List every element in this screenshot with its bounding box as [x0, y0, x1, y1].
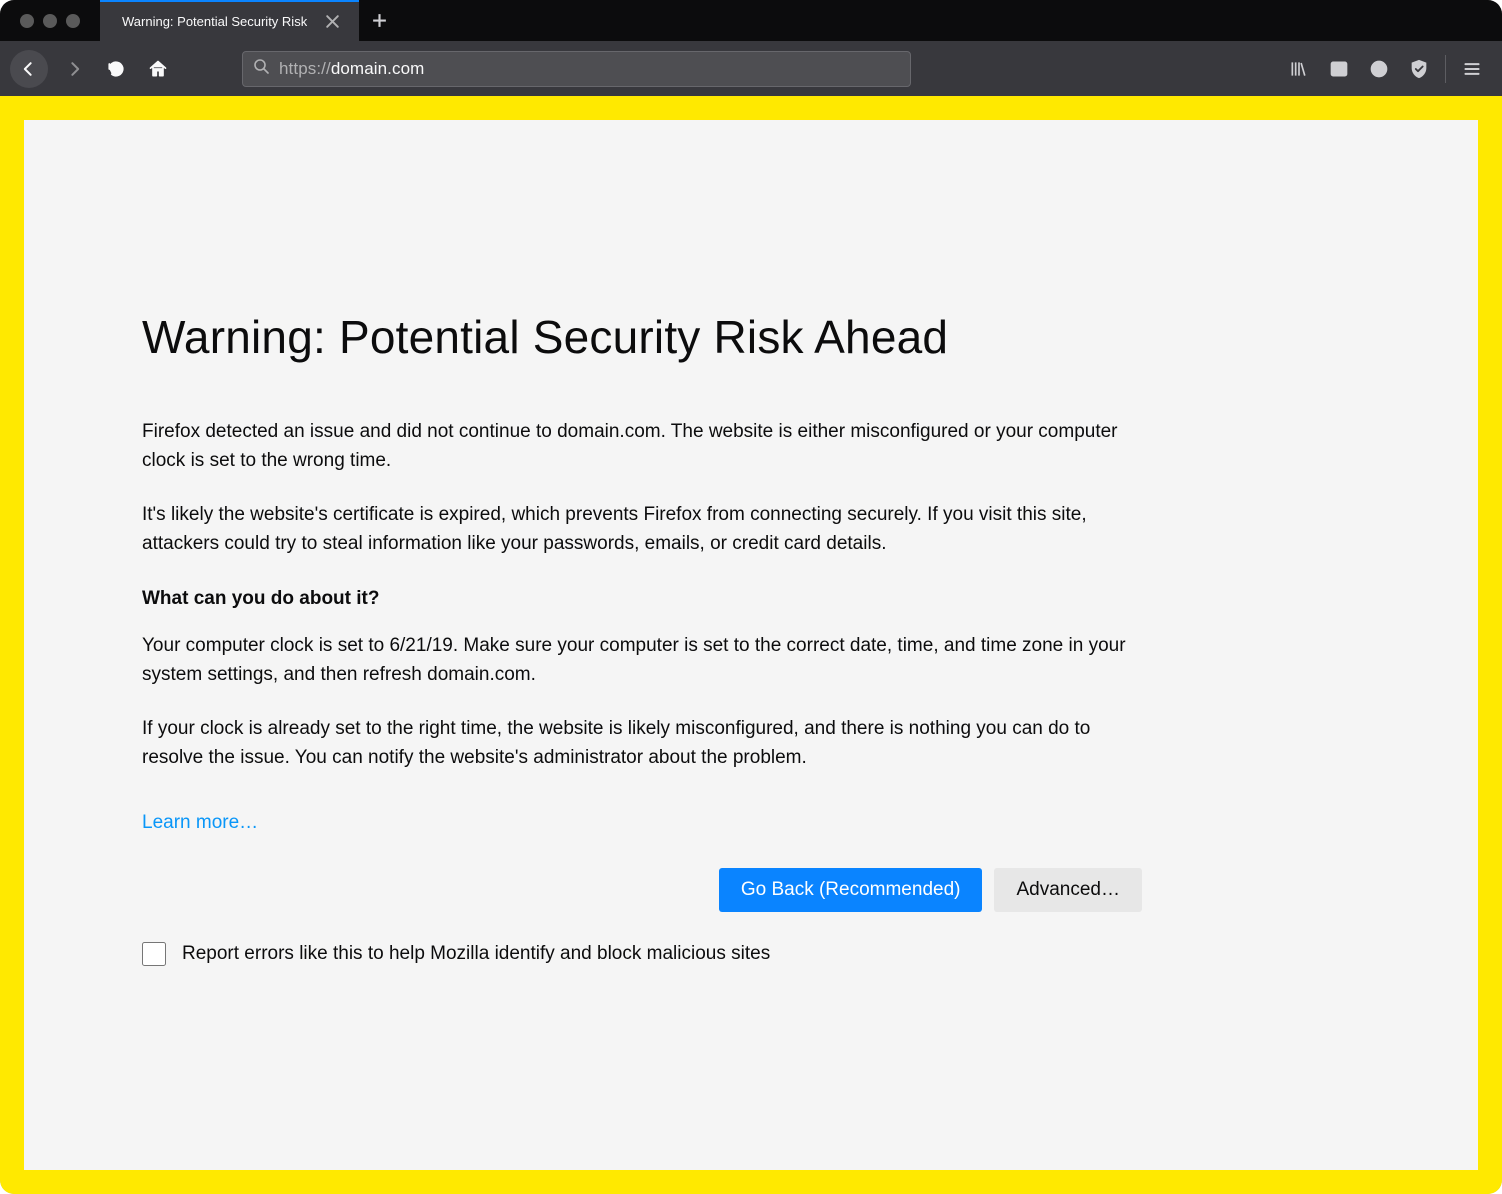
report-checkbox[interactable] — [142, 942, 166, 966]
toolbar-right — [1279, 49, 1492, 89]
url-host: domain.com — [331, 59, 425, 78]
library-button[interactable] — [1279, 49, 1319, 89]
close-tab-button[interactable] — [317, 7, 347, 37]
what-can-you-do-heading: What can you do about it? — [142, 588, 1142, 610]
url-scheme: https:// — [279, 59, 331, 78]
error-paragraph-2: It's likely the website's certificate is… — [142, 501, 1142, 558]
browser-tab[interactable]: Warning: Potential Security Risk — [100, 0, 359, 41]
account-button[interactable] — [1359, 49, 1399, 89]
home-button[interactable] — [138, 49, 178, 89]
button-row: Go Back (Recommended) Advanced… — [142, 868, 1142, 912]
address-bar[interactable]: https://domain.com — [242, 51, 911, 87]
tab-title: Warning: Potential Security Risk — [122, 14, 307, 29]
back-button[interactable] — [10, 50, 48, 88]
browser-window: Warning: Potential Security Risk — [0, 0, 1502, 1194]
advanced-button[interactable]: Advanced… — [994, 868, 1142, 912]
error-paragraph-1: Firefox detected an issue and did not co… — [142, 418, 1142, 475]
search-icon — [253, 58, 269, 79]
forward-button[interactable] — [54, 49, 94, 89]
report-row: Report errors like this to help Mozilla … — [142, 942, 1142, 966]
toolbar-separator — [1445, 55, 1446, 83]
report-label[interactable]: Report errors like this to help Mozilla … — [182, 943, 770, 965]
window-zoom-dot[interactable] — [66, 14, 80, 28]
reload-button[interactable] — [96, 49, 136, 89]
nav-toolbar: https://domain.com — [0, 41, 1502, 96]
protection-shield-icon[interactable] — [1399, 49, 1439, 89]
url-text: https://domain.com — [279, 59, 424, 79]
page-heading: Warning: Potential Security Risk Ahead — [142, 310, 1142, 364]
content-viewport: Warning: Potential Security Risk Ahead F… — [0, 96, 1502, 1194]
learn-more-link[interactable]: Learn more… — [142, 812, 258, 834]
window-minimize-dot[interactable] — [43, 14, 57, 28]
certificate-error-page: Warning: Potential Security Risk Ahead F… — [24, 120, 1478, 1170]
new-tab-button[interactable] — [359, 0, 400, 41]
advice-paragraph-2: If your clock is already set to the righ… — [142, 715, 1142, 772]
advice-paragraph-1: Your computer clock is set to 6/21/19. M… — [142, 632, 1142, 689]
app-menu-button[interactable] — [1452, 49, 1492, 89]
go-back-button[interactable]: Go Back (Recommended) — [719, 868, 983, 912]
window-close-dot[interactable] — [20, 14, 34, 28]
tab-strip: Warning: Potential Security Risk — [0, 0, 1502, 41]
sidebar-button[interactable] — [1319, 49, 1359, 89]
window-controls — [0, 14, 100, 28]
